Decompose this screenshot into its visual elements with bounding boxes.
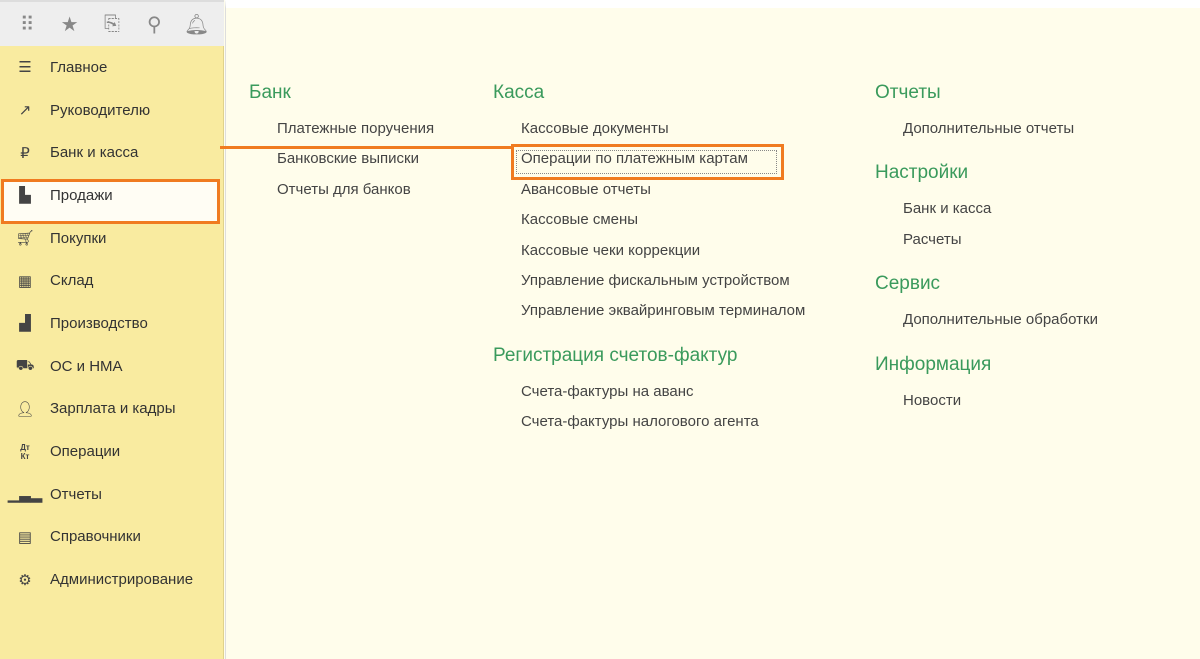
link-advance-invoices[interactable]: Счета-фактуры на аванс — [493, 383, 805, 413]
sidebar-item-warehouse[interactable]: ▦ Склад — [0, 259, 223, 302]
link-cash-shifts[interactable]: Кассовые смены — [493, 211, 805, 241]
group-title-reports: Отчеты — [875, 82, 941, 103]
warehouse-icon: ▦ — [17, 272, 33, 290]
link-tax-agent-invoices[interactable]: Счета-фактуры налогового агента — [493, 413, 805, 443]
link-additional-reports[interactable]: Дополнительные отчеты — [875, 120, 1098, 150]
sidebar-item-manager[interactable]: ↗ Руководителю — [0, 89, 223, 132]
link-settings-bank-cash[interactable]: Банк и касса — [875, 200, 1098, 230]
sidebar-item-bank-cash[interactable]: ₽ Банк и касса — [0, 131, 223, 174]
group-title-service: Сервис — [875, 273, 941, 295]
sidebar-item-assets[interactable]: ⛟ ОС и НМА — [0, 345, 223, 388]
sidebar-item-catalogs[interactable]: ▤ Справочники — [0, 516, 223, 559]
group-title-invoices: Регистрация счетов-фактур — [493, 344, 738, 366]
link-correction-receipts[interactable]: Кассовые чеки коррекции — [493, 242, 805, 272]
dt-kt-icon: Дт Кт — [20, 442, 30, 461]
link-settings-calculations[interactable]: Расчеты — [875, 231, 1098, 261]
link-bank-reports[interactable]: Отчеты для банков — [249, 181, 434, 211]
link-advance-reports[interactable]: Авансовые отчеты — [493, 181, 805, 211]
group-title-bank: Банк — [249, 82, 291, 103]
history-icon[interactable]: ⎘ — [98, 13, 126, 36]
sidebar-item-salary[interactable]: 👤︎ Зарплата и кадры — [0, 388, 223, 431]
link-bank-statements[interactable]: Банковские выписки — [249, 150, 434, 180]
books-icon: ▤ — [17, 528, 33, 546]
link-fiscal-device[interactable]: Управление фискальным устройством — [493, 272, 805, 302]
sidebar-item-sales[interactable]: ▙ Продажи — [0, 174, 223, 217]
person-icon: 👤︎ — [15, 400, 35, 418]
column-other: Отчеты Дополнительные отчеты Настройки Б… — [875, 82, 1098, 422]
sidebar-item-admin[interactable]: ⚙ Администрирование — [0, 558, 223, 601]
sidebar-item-purchases[interactable]: 🛒︎ Покупки — [0, 217, 223, 260]
sidebar-item-production[interactable]: ▟ Производство — [0, 302, 223, 345]
highlight-connector-line — [220, 146, 512, 149]
menu-icon: ☰ — [18, 59, 32, 77]
cart-icon: 🛒︎ — [15, 230, 35, 248]
group-title-settings: Настройки — [875, 162, 969, 184]
group-title-kassa: Касса — [493, 82, 545, 103]
favorites-star-icon[interactable]: ★ — [56, 12, 84, 37]
trend-icon: ↗ — [18, 102, 32, 120]
notifications-bell-icon[interactable]: 🔔︎ — [183, 12, 211, 37]
toolbar: ⠿ ★ ⎘ ⚲ 🔔︎ — [0, 0, 224, 46]
sidebar: ☰ Главное ↗ Руководителю ₽ Банк и касса ▙ Пр… — [0, 46, 224, 659]
factory-icon: ▟ — [19, 315, 31, 333]
link-additional-processing[interactable]: Дополнительные обработки — [875, 311, 1098, 341]
ruble-icon: ₽ — [20, 144, 30, 162]
search-icon[interactable]: ⚲ — [140, 12, 168, 37]
apps-grid-icon[interactable]: ⠿ — [13, 12, 41, 37]
group-title-info: Информация — [875, 353, 992, 375]
truck-icon: ⛟ — [15, 356, 35, 374]
link-news[interactable]: Новости — [875, 392, 1098, 422]
gear-icon: ⚙ — [18, 571, 32, 589]
bar-chart-icon: ▁▃▂ — [7, 486, 43, 504]
column-kassa: Касса Кассовые документы Операции по пла… — [493, 82, 805, 444]
sidebar-item-operations[interactable]: Дт Кт Операции — [0, 430, 223, 473]
bag-icon: ▙ — [19, 187, 31, 205]
sidebar-item-reports[interactable]: ▁▃▂ Отчеты — [0, 473, 223, 516]
focus-outline — [516, 150, 777, 174]
link-acquiring-terminal[interactable]: Управление эквайринговым терминалом — [493, 302, 805, 332]
sidebar-item-main[interactable]: ☰ Главное — [0, 46, 223, 89]
